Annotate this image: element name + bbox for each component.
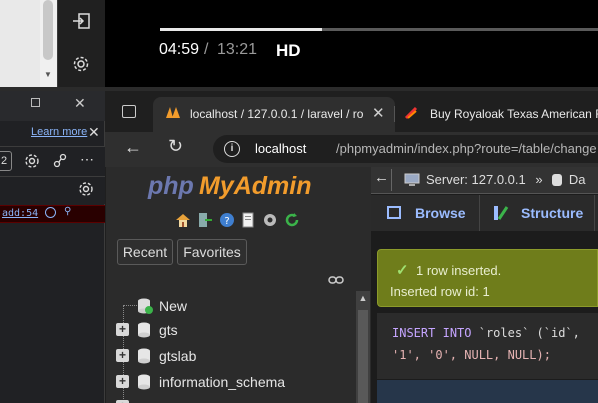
current-time: 04:59: [159, 41, 200, 58]
pma-logo-php[interactable]: php: [148, 172, 194, 201]
refresh-icon[interactable]: [284, 212, 300, 228]
browse-icon: [387, 206, 401, 219]
tree-label: gtslab: [159, 348, 197, 364]
expand-icon[interactable]: +: [116, 323, 129, 336]
gear-icon[interactable]: [72, 55, 90, 73]
home-icon[interactable]: [175, 212, 191, 228]
success-message: 1 row inserted.: [416, 263, 502, 278]
devtools-header: [0, 91, 105, 121]
breadcrumb-separator: »: [535, 172, 543, 187]
info-icon[interactable]: i: [224, 141, 240, 157]
server-label[interactable]: Server: 127.0.0.1: [426, 172, 526, 187]
search-icon[interactable]: ⚲: [64, 206, 71, 217]
video-progress-fill: [160, 28, 323, 31]
inserted-row-id: Inserted row id: 1: [390, 284, 490, 299]
scrollbar-thumb[interactable]: [358, 310, 368, 403]
maximize-icon[interactable]: [31, 98, 40, 107]
sql-keyword: INTO: [442, 326, 472, 340]
logout-icon[interactable]: [197, 212, 213, 228]
tab-title[interactable]: Buy Royaloak Texas American Fa: [430, 107, 598, 121]
globe-icon[interactable]: [45, 207, 56, 218]
expand-icon[interactable]: +: [116, 349, 129, 362]
tab-divider: [594, 195, 598, 231]
pma-navigation: [106, 167, 371, 403]
expand-icon[interactable]: +: [116, 375, 129, 388]
quality-badge[interactable]: HD: [276, 41, 301, 61]
close-tab-icon[interactable]: ✕: [372, 104, 385, 122]
link-icon[interactable]: [328, 275, 344, 285]
database-icon: [137, 321, 151, 339]
issue-count-input[interactable]: 2: [0, 151, 12, 171]
phpmyadmin-favicon-icon: [165, 105, 181, 119]
database-icon: [552, 174, 563, 186]
favorites-button[interactable]: Favorites: [177, 239, 247, 265]
query-toolbar: [377, 380, 598, 403]
sql-text: '1', '0', NULL, NULL);: [392, 348, 551, 362]
help-icon[interactable]: ?: [219, 212, 235, 228]
learn-more-link[interactable]: Learn more: [31, 126, 87, 138]
tree-label: gts: [159, 322, 178, 338]
breadcrumb-divider: [391, 169, 392, 191]
tab-actions-icon[interactable]: [122, 105, 136, 118]
tab-title: localhost / 127.0.0.1 / laravel / ro: [190, 107, 364, 121]
pma-logo-myadmin[interactable]: MyAdmin: [199, 172, 312, 201]
sql-keyword: INSERT: [392, 326, 436, 340]
database-icon: [137, 373, 151, 391]
tab-label: Browse: [415, 205, 466, 221]
tree-line: [123, 305, 137, 306]
svg-text:?: ?: [224, 216, 229, 227]
url-host: localhost: [255, 141, 307, 156]
time-separator: /: [204, 41, 209, 58]
gear-icon[interactable]: [262, 212, 278, 228]
server-icon: [404, 173, 420, 187]
total-time: 13:21: [217, 41, 258, 58]
reload-icon[interactable]: ↻: [168, 136, 183, 157]
tab-label: Structure: [521, 205, 584, 221]
server-breadcrumb[interactable]: Server: 127.0.0.1 » Da: [426, 172, 585, 187]
scroll-down-icon[interactable]: ▼: [43, 70, 53, 80]
sql-line: '1', '0', NULL, NULL);: [392, 348, 551, 362]
docs-icon[interactable]: [240, 212, 256, 228]
database-icon: [137, 347, 151, 365]
database-breadcrumb[interactable]: Da: [569, 172, 586, 187]
gear-icon[interactable]: [24, 153, 40, 169]
error-source-link[interactable]: add:54: [2, 208, 38, 219]
scrollbar-thumb[interactable]: [43, 0, 53, 60]
file-panel-content: [0, 0, 40, 87]
recent-button[interactable]: Recent: [117, 239, 173, 265]
sql-query-box: [377, 313, 598, 379]
store-favicon-icon: [404, 106, 418, 120]
close-icon[interactable]: ✕: [88, 124, 100, 141]
tree-label: New: [159, 298, 188, 314]
structure-icon: [493, 205, 509, 221]
back-icon[interactable]: ←: [124, 137, 142, 158]
tab-structure[interactable]: Structure: [479, 195, 593, 231]
tab-browse[interactable]: Browse: [377, 195, 477, 231]
sql-text: `roles` (`id`,: [478, 326, 580, 340]
more-icon[interactable]: ⋯: [80, 151, 94, 168]
collapse-icon[interactable]: ←: [374, 169, 389, 186]
check-icon: ✓: [396, 262, 409, 279]
tree-label: information_schema: [159, 374, 286, 390]
url-path: /phpmyadmin/index.php?route=/table/chang…: [336, 141, 597, 156]
tab-divider: [394, 106, 395, 122]
new-database-icon: [137, 297, 153, 315]
scroll-up-icon[interactable]: ▲: [356, 291, 370, 305]
close-icon[interactable]: ✕: [74, 95, 86, 112]
sql-line: INSERT INTO `roles` (`id`,: [392, 326, 580, 340]
sign-in-icon[interactable]: [72, 13, 90, 29]
gear-icon[interactable]: [78, 181, 94, 197]
network-icon[interactable]: [52, 153, 68, 169]
